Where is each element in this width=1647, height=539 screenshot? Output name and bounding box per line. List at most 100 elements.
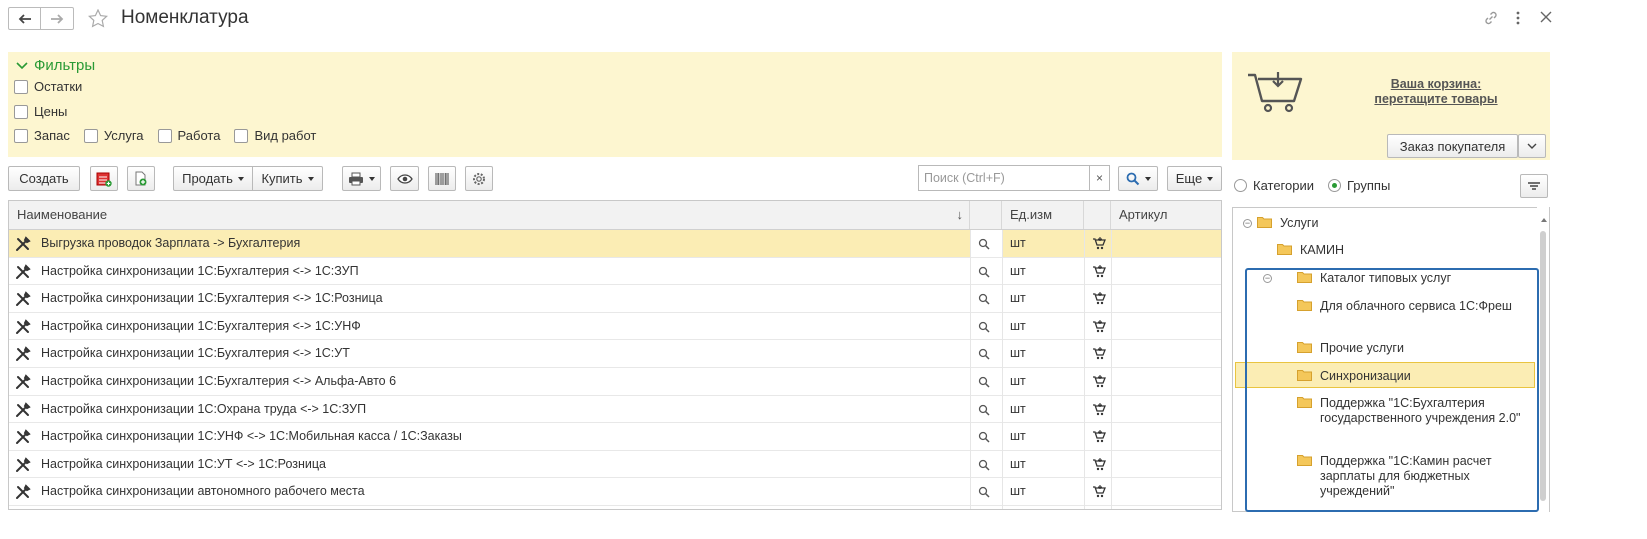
tree-node[interactable]: Поддержка "1С:Камин расчет зарплаты для … — [1297, 454, 1522, 499]
table-row[interactable]: Настройка синхронизации 1С:Бухгалтерия <… — [9, 285, 1221, 313]
add-to-cart-button[interactable] — [1092, 292, 1106, 305]
search-icon — [1126, 172, 1139, 185]
customer-order-button[interactable]: Заказ покупателя — [1387, 134, 1518, 158]
checkbox-box[interactable] — [14, 104, 28, 119]
open-item-button[interactable] — [978, 321, 990, 333]
table-row[interactable]: Настройка синхронизации 1С:Бухгалтерия <… — [9, 258, 1221, 286]
table-row[interactable]: Настройка синхронизации 1С:Бухгалтерия <… — [9, 368, 1221, 396]
add-to-cart-icon — [1093, 402, 1106, 415]
caret-down-icon — [237, 176, 244, 181]
table-header: Наименование ↓ Ед.изм Артикул — [9, 201, 1221, 230]
more-button[interactable]: Еще — [1167, 166, 1222, 191]
open-item-button[interactable] — [978, 459, 990, 471]
open-item-button[interactable] — [978, 486, 990, 498]
tree-node[interactable]: КАМИН — [1277, 243, 1344, 258]
checkbox-box[interactable] — [234, 128, 249, 143]
create-button[interactable]: Создать — [8, 166, 80, 191]
buy-button[interactable]: Купить — [252, 166, 323, 191]
close-icon[interactable] — [1540, 11, 1552, 23]
add-to-cart-button[interactable] — [1092, 430, 1106, 443]
add-to-cart-icon — [1093, 237, 1106, 250]
tree-node[interactable]: Каталог типовых услуг — [1297, 271, 1451, 286]
service-tools-icon — [16, 319, 31, 334]
table-row[interactable]: Настройка синхронизации 1С:УНФ <-> 1С:Мо… — [9, 423, 1221, 451]
tree-scrollbar[interactable] — [1537, 207, 1549, 512]
barcode-button[interactable] — [428, 166, 456, 191]
link-icon[interactable] — [1483, 10, 1499, 26]
checkbox-box[interactable] — [83, 128, 98, 143]
tree-node[interactable]: Для облачного сервиса 1С:Фреш — [1297, 299, 1517, 314]
checkbox-box[interactable] — [14, 79, 28, 94]
column-unit-header[interactable]: Ед.изм — [1002, 201, 1084, 229]
mode-groups-radio[interactable]: Группы — [1328, 178, 1390, 193]
filter-work-checkbox[interactable]: Работа — [157, 128, 220, 143]
add-to-cart-button[interactable] — [1092, 457, 1106, 471]
groups-tree[interactable]: − Услуги КАМИН − Каталог типовых услуг Для об… — [1232, 207, 1550, 512]
open-item-button[interactable] — [978, 348, 990, 360]
open-item-button[interactable] — [978, 376, 990, 388]
open-item-button[interactable] — [978, 431, 990, 443]
search-clear-button[interactable]: × — [1089, 165, 1110, 191]
add-to-cart-button[interactable] — [1092, 375, 1106, 388]
open-item-button[interactable] — [978, 238, 990, 250]
forward-button[interactable] — [41, 7, 74, 30]
table-row[interactable]: Настройка синхронизации 1С:Бухгалтерия <… — [9, 340, 1221, 368]
open-item-button[interactable] — [978, 266, 990, 278]
filters-toggle[interactable]: Фильтры — [16, 57, 95, 74]
settings-button[interactable] — [465, 166, 493, 191]
table-row[interactable]: Настройка синхронизации 1С:УТ <-> 1С:Роз… — [9, 451, 1221, 479]
more-vertical-icon[interactable] — [1515, 10, 1521, 26]
print-button[interactable] — [342, 166, 381, 191]
open-item-button[interactable] — [978, 293, 990, 305]
tree-node-label: Синхронизации — [1320, 369, 1411, 383]
table-row[interactable]: Выгрузка проводок Зарплата -> Бухгалтери… — [9, 230, 1221, 258]
checkbox-box[interactable] — [157, 128, 172, 143]
table-row[interactable]: Настройка синхронизации автономного рабо… — [9, 478, 1221, 506]
radio-circle-selected[interactable] — [1328, 179, 1341, 192]
add-to-cart-button[interactable] — [1092, 485, 1106, 498]
service-tools-icon — [16, 236, 31, 251]
mode-categories-radio[interactable]: Категории — [1234, 178, 1314, 193]
add-to-cart-button[interactable] — [1092, 402, 1106, 416]
sell-button[interactable]: Продать — [173, 166, 253, 191]
tree-node[interactable]: Услуги — [1257, 216, 1318, 231]
scroll-up-icon[interactable] — [1538, 215, 1550, 225]
filter-service-checkbox[interactable]: Услуга — [83, 128, 144, 143]
add-to-cart-button[interactable] — [1092, 347, 1106, 360]
cart-hint-link[interactable]: Ваша корзина: перетащите товары — [1371, 77, 1501, 107]
customer-order-dropdown[interactable] — [1518, 134, 1546, 158]
folder-icon — [1297, 370, 1312, 381]
open-item-button[interactable] — [978, 404, 990, 416]
tree-node[interactable]: Синхронизации — [1297, 369, 1411, 384]
column-article-header[interactable]: Артикул — [1111, 201, 1221, 229]
collapse-toggle-icon[interactable]: − — [1263, 274, 1272, 283]
radio-circle[interactable] — [1234, 179, 1247, 192]
checkbox-box[interactable] — [14, 128, 28, 143]
table-row[interactable]: Настройка синхронизации 1С:Бухгалтерия <… — [9, 313, 1221, 341]
table-row[interactable]: Настройка синхронизации 1С:Охрана труда … — [9, 396, 1221, 424]
column-name-header[interactable]: Наименование ↓ — [9, 201, 970, 229]
filter-prices-checkbox[interactable]: Цены — [14, 104, 67, 119]
tree-node[interactable]: Поддержка "1С:Бухгалтерия государственно… — [1297, 396, 1522, 426]
filter-work-kind-checkbox[interactable]: Вид работ — [234, 128, 316, 143]
copy-button[interactable] — [127, 166, 155, 191]
filter-stock-checkbox[interactable]: Запас — [14, 128, 70, 143]
add-to-cart-button[interactable] — [1092, 237, 1106, 250]
filter-rest-checkbox[interactable]: Остатки — [14, 79, 82, 94]
favorite-star-icon[interactable] — [88, 9, 108, 28]
customer-order-label: Заказ покупателя — [1399, 138, 1506, 154]
column-unit-label: Ед.изм — [1010, 207, 1053, 222]
back-button[interactable] — [8, 7, 41, 30]
add-to-cart-button[interactable] — [1092, 319, 1106, 333]
search-input[interactable]: Поиск (Ctrl+F) — [918, 165, 1090, 191]
create-group-button[interactable] — [90, 166, 118, 191]
tree-node-label: Для облачного сервиса 1С:Фреш — [1320, 299, 1512, 313]
tree-settings-button[interactable] — [1520, 174, 1548, 198]
search-options-button[interactable] — [1118, 166, 1158, 191]
tree-node[interactable]: Прочие услуги — [1297, 341, 1404, 356]
preview-button[interactable] — [390, 166, 419, 191]
add-to-cart-button[interactable] — [1092, 264, 1106, 278]
items-table[interactable]: Наименование ↓ Ед.изм Артикул Выгрузка п… — [8, 200, 1222, 510]
scroll-thumb[interactable] — [1540, 231, 1546, 501]
collapse-toggle-icon[interactable]: − — [1243, 219, 1252, 228]
